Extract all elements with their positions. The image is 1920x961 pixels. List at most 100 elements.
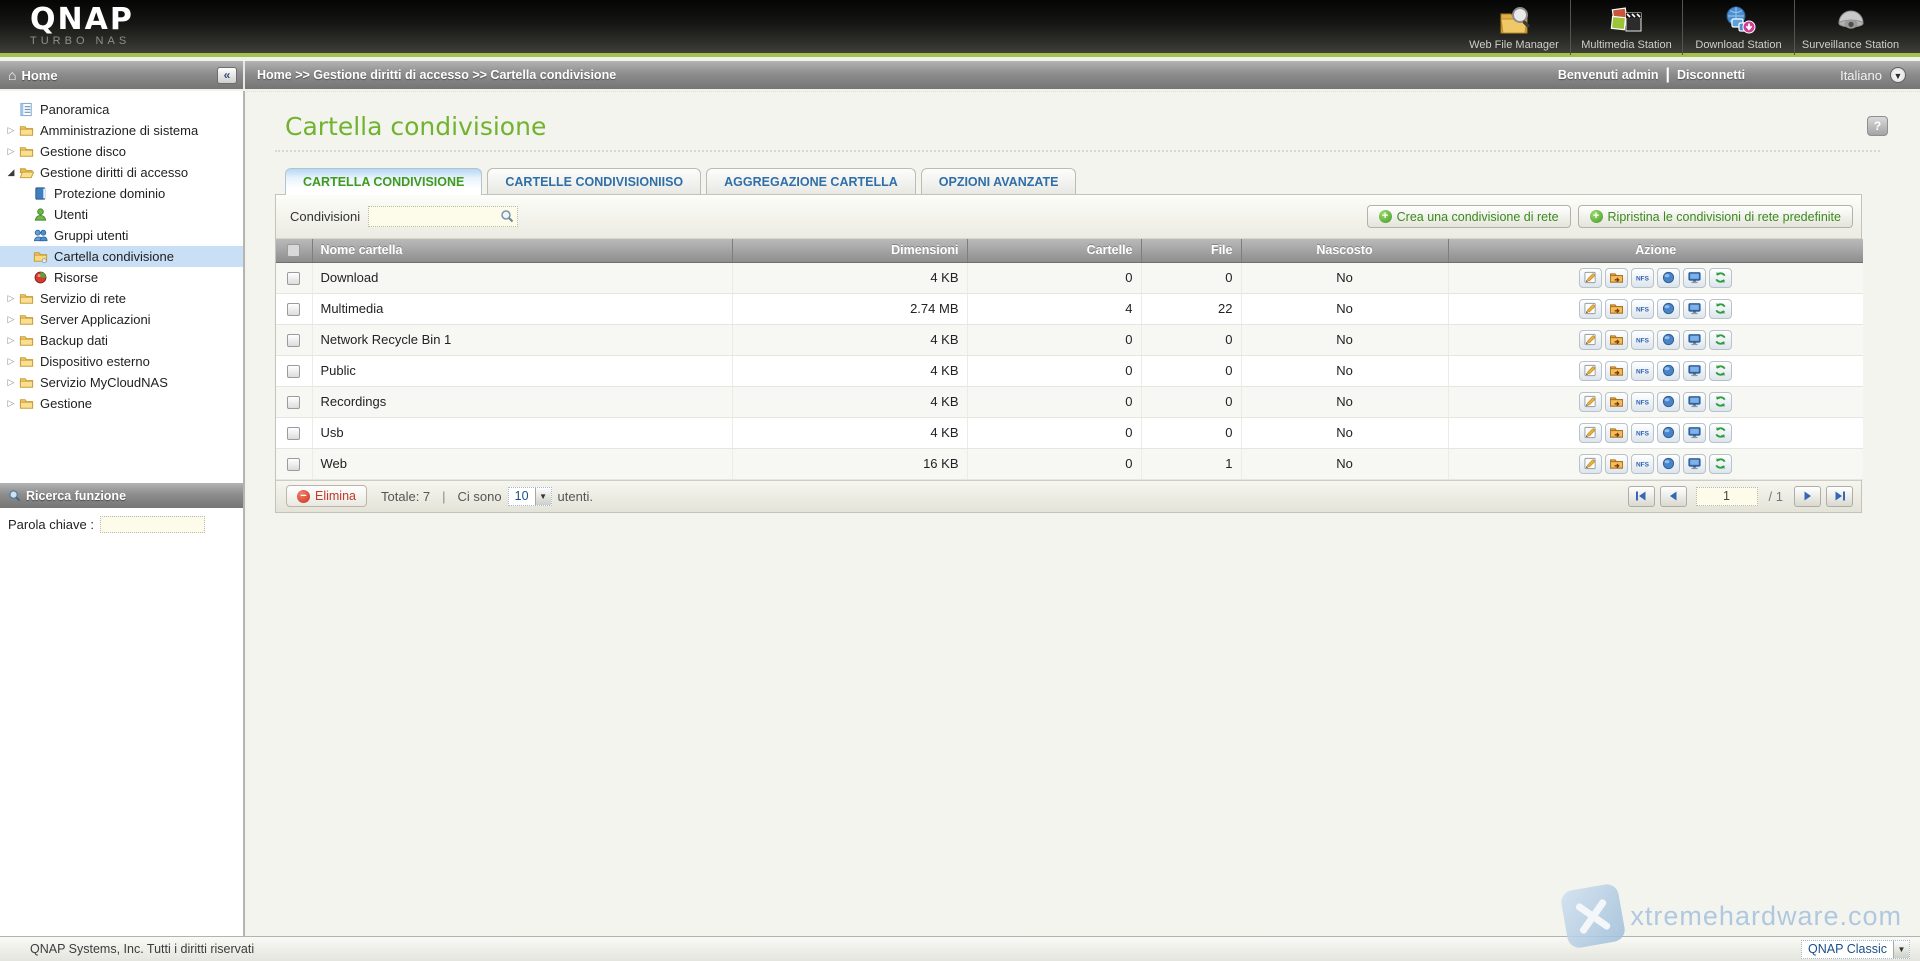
column-header-dimensioni[interactable]: Dimensioni <box>732 239 967 262</box>
microsoft-network-action-button[interactable] <box>1683 423 1706 443</box>
webdav-action-button[interactable] <box>1657 268 1680 288</box>
webdav-action-button[interactable] <box>1657 299 1680 319</box>
row-checkbox[interactable] <box>287 272 300 285</box>
nfs-action-button[interactable]: NFS <box>1631 392 1654 412</box>
edit-action-button[interactable] <box>1579 392 1602 412</box>
page-number-input[interactable] <box>1696 487 1758 506</box>
row-checkbox[interactable] <box>287 334 300 347</box>
webdav-action-button[interactable] <box>1657 454 1680 474</box>
webdav-action-button[interactable] <box>1657 423 1680 443</box>
access-permissions-action-button[interactable] <box>1605 330 1628 350</box>
nfs-action-button[interactable]: NFS <box>1631 299 1654 319</box>
refresh-action-button[interactable] <box>1709 361 1732 381</box>
sidebar-collapse-button[interactable]: « <box>217 67 237 84</box>
tab-cartella-condivisione[interactable]: CARTELLA CONDIVISIONE <box>285 168 482 195</box>
microsoft-network-action-button[interactable] <box>1683 299 1706 319</box>
sidebar-item-backup-dati[interactable]: ▷ Backup dati <box>0 330 243 351</box>
station-multimedia[interactable]: Multimedia Station <box>1570 0 1682 55</box>
sidebar-item-panoramica[interactable]: Panoramica <box>0 99 243 120</box>
nfs-action-button[interactable]: NFS <box>1631 454 1654 474</box>
edit-action-button[interactable] <box>1579 268 1602 288</box>
webdav-action-button[interactable] <box>1657 330 1680 350</box>
row-checkbox[interactable] <box>287 303 300 316</box>
sidebar-item-utenti[interactable]: Utenti <box>0 204 243 225</box>
first-page-button[interactable] <box>1628 486 1655 507</box>
column-header-nome-cartella[interactable]: Nome cartella <box>312 239 732 262</box>
language-dropdown-button[interactable]: ▼ <box>1890 67 1906 83</box>
sidebar-item-protezione-dominio[interactable]: Protezione dominio <box>0 183 243 204</box>
sidebar-item-cartella-condivisione[interactable]: Cartella condivisione <box>0 246 243 267</box>
theme-select[interactable]: QNAP Classic ▼ <box>1801 940 1910 959</box>
page-size-select[interactable]: 10 ▼ <box>508 487 552 506</box>
webdav-action-button[interactable] <box>1657 361 1680 381</box>
sidebar-item-server-applicazioni[interactable]: ▷ Server Applicazioni <box>0 309 243 330</box>
sidebar-item-gestione-disco[interactable]: ▷ Gestione disco <box>0 141 243 162</box>
sidebar-item-gestione-diritti-di-accesso[interactable]: ◢ Gestione diritti di accesso <box>0 162 243 183</box>
help-button[interactable]: ? <box>1867 116 1888 136</box>
tab-aggregazione-cartella[interactable]: AGGREGAZIONE CARTELLA <box>706 168 916 195</box>
edit-action-button[interactable] <box>1579 299 1602 319</box>
microsoft-network-action-button[interactable] <box>1683 361 1706 381</box>
tab-opzioni-avanzate[interactable]: OPZIONI AVANZATE <box>921 168 1077 195</box>
edit-action-button[interactable] <box>1579 361 1602 381</box>
access-permissions-action-button[interactable] <box>1605 299 1628 319</box>
edit-action-button[interactable] <box>1579 454 1602 474</box>
refresh-action-button[interactable] <box>1709 454 1732 474</box>
column-header-nascosto[interactable]: Nascosto <box>1241 239 1448 262</box>
logout-link[interactable]: Disconnetti <box>1677 68 1745 82</box>
edit-action-button[interactable] <box>1579 330 1602 350</box>
chevron-down-icon[interactable]: ▼ <box>535 488 551 505</box>
next-page-button[interactable] <box>1794 486 1821 507</box>
row-checkbox[interactable] <box>287 365 300 378</box>
refresh-action-button[interactable] <box>1709 268 1732 288</box>
sidebar-item-gestione[interactable]: ▷ Gestione <box>0 393 243 414</box>
network-share-icon <box>1687 333 1702 346</box>
previous-page-button[interactable] <box>1660 486 1687 507</box>
access-permissions-action-button[interactable] <box>1605 268 1628 288</box>
access-permissions-action-button[interactable] <box>1605 454 1628 474</box>
webdav-action-button[interactable] <box>1657 392 1680 412</box>
last-page-button[interactable] <box>1826 486 1853 507</box>
column-header-file[interactable]: File <box>1141 239 1241 262</box>
nfs-action-button[interactable]: NFS <box>1631 361 1654 381</box>
row-checkbox[interactable] <box>287 396 300 409</box>
nfs-action-button[interactable]: NFS <box>1631 423 1654 443</box>
column-header-cartelle[interactable]: Cartelle <box>967 239 1141 262</box>
station-web-file-manager[interactable]: Web File Manager <box>1458 0 1570 55</box>
access-permissions-action-button[interactable] <box>1605 392 1628 412</box>
nfs-action-button[interactable]: NFS <box>1631 268 1654 288</box>
sidebar-item-servizio-mycloudnas[interactable]: ▷ Servizio MyCloudNAS <box>0 372 243 393</box>
microsoft-network-action-button[interactable] <box>1683 392 1706 412</box>
station-download[interactable]: Download Station <box>1682 0 1794 55</box>
restore-default-shares-button[interactable]: + Ripristina le condivisioni di rete pre… <box>1578 205 1853 228</box>
refresh-action-button[interactable] <box>1709 299 1732 319</box>
sidebar-item-dispositivo-esterno[interactable]: ▷ Dispositivo esterno <box>0 351 243 372</box>
nfs-action-button[interactable]: NFS <box>1631 330 1654 350</box>
column-header-azione[interactable]: Azione <box>1448 239 1863 262</box>
microsoft-network-action-button[interactable] <box>1683 330 1706 350</box>
sidebar-item-risorse[interactable]: Risorse <box>0 267 243 288</box>
microsoft-network-action-button[interactable] <box>1683 454 1706 474</box>
row-checkbox[interactable] <box>287 458 300 471</box>
access-permissions-action-button[interactable] <box>1605 423 1628 443</box>
sidebar-item-gruppi-utenti[interactable]: Gruppi utenti <box>0 225 243 246</box>
delete-button[interactable]: − Elimina <box>286 485 367 507</box>
create-network-share-button[interactable]: + Crea una condivisione di rete <box>1367 205 1571 228</box>
station-surveillance[interactable]: Surveillance Station <box>1794 0 1906 55</box>
search-icon[interactable] <box>500 209 514 223</box>
refresh-icon <box>1713 457 1728 470</box>
sidebar-item-servizio-di-rete[interactable]: ▷ Servizio di rete <box>0 288 243 309</box>
refresh-action-button[interactable] <box>1709 423 1732 443</box>
keyword-input[interactable] <box>100 516 205 533</box>
edit-action-button[interactable] <box>1579 423 1602 443</box>
refresh-action-button[interactable] <box>1709 392 1732 412</box>
access-permissions-action-button[interactable] <box>1605 361 1628 381</box>
chevron-down-icon[interactable]: ▼ <box>1893 941 1909 958</box>
sidebar-item-amministrazione-di-sistema[interactable]: ▷ Amministrazione di sistema <box>0 120 243 141</box>
refresh-action-button[interactable] <box>1709 330 1732 350</box>
shares-search-input[interactable] <box>368 206 518 227</box>
row-checkbox[interactable] <box>287 427 300 440</box>
select-all-checkbox[interactable] <box>287 244 300 257</box>
tab-cartelle-condivisioni-iso[interactable]: CARTELLE CONDIVISIONIISO <box>487 168 701 195</box>
microsoft-network-action-button[interactable] <box>1683 268 1706 288</box>
